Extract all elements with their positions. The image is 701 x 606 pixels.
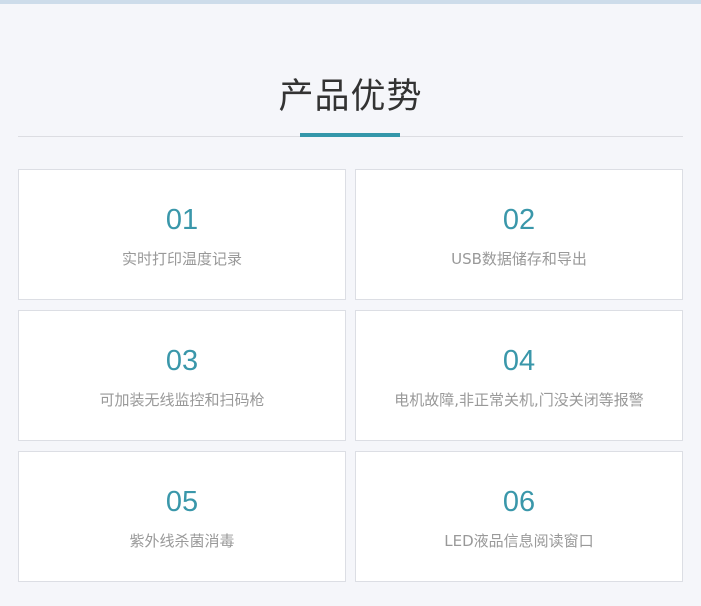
feature-card-1: 01 实时打印温度记录 xyxy=(18,169,346,300)
feature-number: 04 xyxy=(502,345,536,377)
feature-card-3: 03 可加装无线监控和扫码枪 xyxy=(18,310,346,441)
feature-number: 05 xyxy=(165,486,199,518)
feature-card-5: 05 紫外线杀菌消毒 xyxy=(18,451,346,582)
feature-label: 可加装无线监控和扫码枪 xyxy=(99,391,265,409)
section-title: 产品优势 xyxy=(278,77,423,117)
feature-number: 06 xyxy=(502,486,536,518)
feature-card-2: 02 USB数据储存和导出 xyxy=(355,169,683,300)
feature-label: 紫外线杀菌消毒 xyxy=(129,532,235,550)
feature-label: 实时打印温度记录 xyxy=(121,250,242,268)
feature-number: 01 xyxy=(165,204,199,236)
feature-number: 02 xyxy=(502,204,536,236)
feature-label: USB数据储存和导出 xyxy=(451,250,587,268)
feature-number: 03 xyxy=(165,345,199,377)
feature-label: LED液品信息阅读窗口 xyxy=(444,532,594,550)
top-bar xyxy=(0,0,701,4)
feature-label: 电机故障,非正常关机,门没关闭等报警 xyxy=(394,391,644,409)
feature-card-4: 04 电机故障,非正常关机,门没关闭等报警 xyxy=(355,310,683,441)
title-accent-bar xyxy=(300,133,400,137)
feature-card-6: 06 LED液品信息阅读窗口 xyxy=(355,451,683,582)
